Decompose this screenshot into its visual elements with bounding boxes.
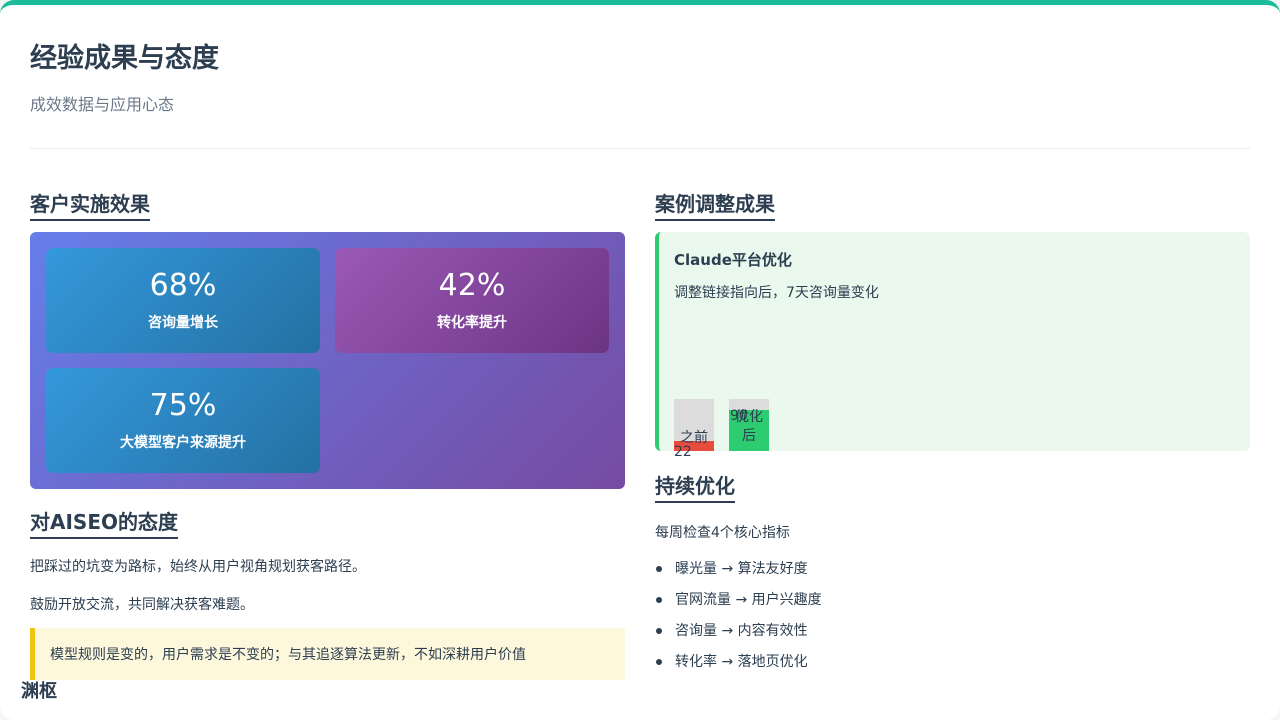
stat-value: 42% xyxy=(438,268,506,303)
page-title: 经验成果与态度 xyxy=(30,43,219,74)
stat-card-llm-source-lift: 75% 大模型客户来源提升 xyxy=(46,368,320,473)
attitude-paragraph: 把踩过的坑变为路标，始终从用户视角规划获客路径。 xyxy=(30,559,366,575)
quote-text: 模型规则是变的，用户需求是不变的；与其追逐算法更新，不如深耕用户价值 xyxy=(50,647,526,663)
stat-card-inquiry-growth: 68% 咨询量增长 xyxy=(46,248,320,353)
client-results-title: 客户实施效果 xyxy=(30,192,150,221)
bullet-icon xyxy=(656,597,662,603)
case-results-title: 案例调整成果 xyxy=(655,192,775,221)
case-name: Claude平台优化 xyxy=(674,251,792,269)
slide-header: 经验成果与态度 成效数据与应用心态 xyxy=(30,43,1250,115)
bar-before: 之前 22 xyxy=(674,399,714,460)
stat-label: 咨询量增长 xyxy=(148,315,218,331)
optimization-intro: 每周检查4个核心指标 xyxy=(655,525,790,541)
stat-value: 68% xyxy=(149,268,217,303)
case-description: 调整链接指向后，7天咨询量变化 xyxy=(674,285,879,301)
stat-card-conversion-lift: 42% 转化率提升 xyxy=(335,248,609,353)
list-item: 曝光量 → 算法友好度 xyxy=(655,557,822,588)
list-item: 咨询量 → 内容有效性 xyxy=(655,619,822,650)
list-item: 官网流量 → 用户兴趣度 xyxy=(655,588,822,619)
stat-label: 大模型客户来源提升 xyxy=(120,435,246,451)
bar-after: 90 优化后 xyxy=(729,399,769,451)
bullet-icon xyxy=(656,659,662,665)
metrics-list: 曝光量 → 算法友好度 官网流量 → 用户兴趣度 咨询量 → 内容有效性 转化率… xyxy=(655,557,822,681)
header-divider xyxy=(30,148,1250,149)
stat-value: 75% xyxy=(149,388,217,423)
footer-logo: 渊枢 xyxy=(21,681,57,702)
attitude-quote: 模型规则是变的，用户需求是不变的；与其追逐算法更新，不如深耕用户价值 xyxy=(30,628,625,680)
stats-panel: 68% 咨询量增长 42% 转化率提升 75% 大模型客户来源提升 xyxy=(30,232,625,489)
case-card: Claude平台优化 调整链接指向后，7天咨询量变化 之前 22 90 优化后 xyxy=(655,232,1250,460)
page-subtitle: 成效数据与应用心态 xyxy=(30,95,175,115)
bar-before-value: 22 xyxy=(674,444,692,460)
attitude-title: 对AISEO的态度 xyxy=(30,510,178,539)
bar-after-label: 优化后 xyxy=(735,409,763,444)
bullet-icon xyxy=(656,566,662,572)
list-item: 转化率 → 落地页优化 xyxy=(655,650,822,681)
attitude-paragraph: 鼓励开放交流，共同解决获客难题。 xyxy=(30,597,254,613)
optimization-title: 持续优化 xyxy=(655,474,735,503)
stat-label: 转化率提升 xyxy=(437,315,507,331)
slide-page: 经验成果与态度 成效数据与应用心态 客户实施效果 68% 咨询量增长 42% 转… xyxy=(0,0,1280,720)
bullet-icon xyxy=(656,628,662,634)
